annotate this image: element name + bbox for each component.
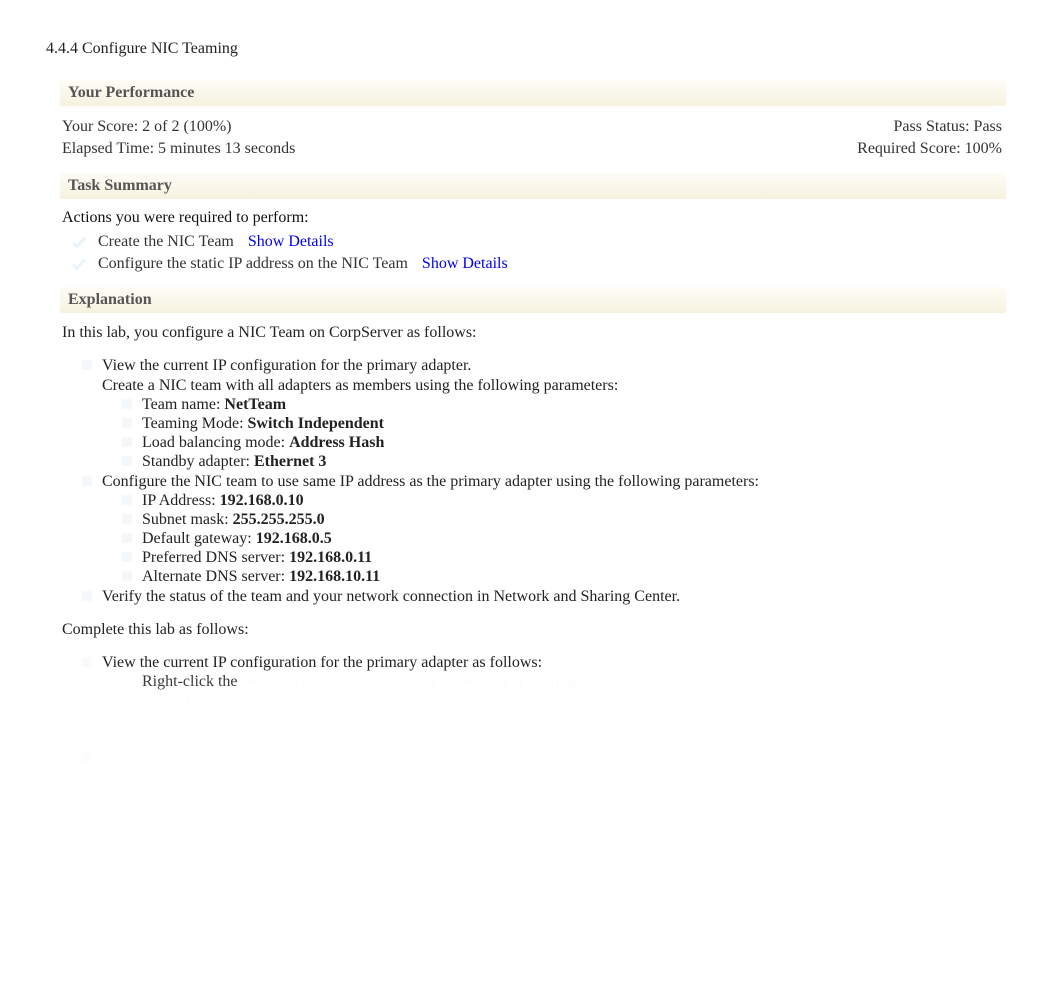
list-item: Select Close. (122, 730, 1016, 749)
show-details-link[interactable]: Show Details (248, 233, 334, 251)
explanation-intro: In this lab, you configure a NIC Team on… (62, 323, 1016, 342)
explanation-section: Explanation In this lab, you configure a… (60, 287, 1016, 806)
param-value: 192.168.10.11 (289, 568, 380, 585)
list-item: Preferred DNS server: 192.168.0.11 (122, 548, 1016, 567)
bullet-text: View the current IP configuration for th… (102, 357, 471, 374)
list-item: Select Details. (122, 711, 1016, 730)
faded-text: Configure a NIC Team as follows: (102, 750, 322, 767)
task-summary-header: Task Summary (60, 173, 1006, 199)
performance-section: Your Performance Your Score: 2 of 2 (100… (60, 80, 1016, 159)
bullet-text: Create a NIC team with all adapters as m… (102, 377, 618, 394)
list-item: In Server Manager, select Local Server f… (122, 787, 1016, 806)
list-item: Standby adapter: Ethernet 3 (122, 452, 1016, 471)
explanation-header: Explanation (60, 287, 1006, 313)
list-item: IP Address: 192.168.0.10 (122, 491, 1016, 510)
list-item: Subnet mask: 255.255.255.0 (122, 510, 1016, 529)
step-text: View the current IP configuration for th… (102, 654, 542, 671)
param-value: NetTeam (224, 396, 286, 413)
list-item: View the current IP configuration for th… (82, 356, 1016, 471)
faded-text: Network icon and select Open Network and… (242, 673, 626, 690)
list-item: Teaming Mode: Switch Independent (122, 414, 1016, 433)
param-value: Ethernet 3 (254, 453, 326, 470)
action-item: Configure the static IP address on the N… (70, 253, 1016, 275)
list-item: In Hyper-V Manager, right-click CorpServ… (122, 768, 1016, 787)
param-value: 192.168.0.5 (256, 530, 332, 547)
complete-heading: Complete this lab as follows: (62, 620, 1016, 639)
list-item: Configure the NIC team to use same IP ad… (82, 472, 1016, 587)
list-item: Alternate DNS server: 192.168.10.11 (122, 567, 1016, 586)
list-item: View the current IP configuration for th… (82, 653, 1016, 749)
action-item: Create the NIC Team Show Details (70, 231, 1016, 253)
list-item: Select Ethernet. (122, 691, 1016, 710)
checkmark-icon (70, 255, 88, 273)
list-item: Team name: NetTeam (122, 395, 1016, 414)
list-item: Verify the status of the team and your n… (82, 587, 1016, 606)
checkmark-icon (70, 233, 88, 251)
score-text: Your Score: 2 of 2 (100%) (62, 116, 231, 138)
action-text: Configure the static IP address on the N… (98, 255, 408, 273)
page-title: 4.4.4 Configure NIC Teaming (46, 40, 1016, 58)
substep-text: Right-click the (142, 673, 242, 690)
param-value: Switch Independent (248, 415, 384, 432)
param-value: Address Hash (289, 434, 384, 451)
list-item: Default gateway: 192.168.0.5 (122, 529, 1016, 548)
list-item: Load balancing mode: Address Hash (122, 433, 1016, 452)
elapsed-time-text: Elapsed Time: 5 minutes 13 seconds (62, 138, 295, 160)
list-item: Configure a NIC Team as follows: In Hype… (82, 749, 1016, 807)
performance-header: Your Performance (60, 80, 1006, 106)
bullet-text: Configure the NIC team to use same IP ad… (102, 473, 759, 490)
param-value: 192.168.0.10 (220, 492, 304, 509)
pass-status-text: Pass Status: Pass (894, 116, 1002, 138)
task-summary-section: Task Summary Actions you were required t… (60, 173, 1016, 275)
param-value: 255.255.255.0 (233, 511, 325, 528)
param-value: 192.168.0.11 (289, 549, 372, 566)
bullet-text: Verify the status of the team and your n… (102, 588, 680, 605)
show-details-link[interactable]: Show Details (422, 255, 508, 273)
required-score-text: Required Score: 100% (857, 138, 1002, 160)
action-text: Create the NIC Team (98, 233, 234, 251)
list-item: Right-click the Network icon and select … (122, 672, 1016, 691)
actions-required-heading: Actions you were required to perform: (62, 209, 1016, 227)
